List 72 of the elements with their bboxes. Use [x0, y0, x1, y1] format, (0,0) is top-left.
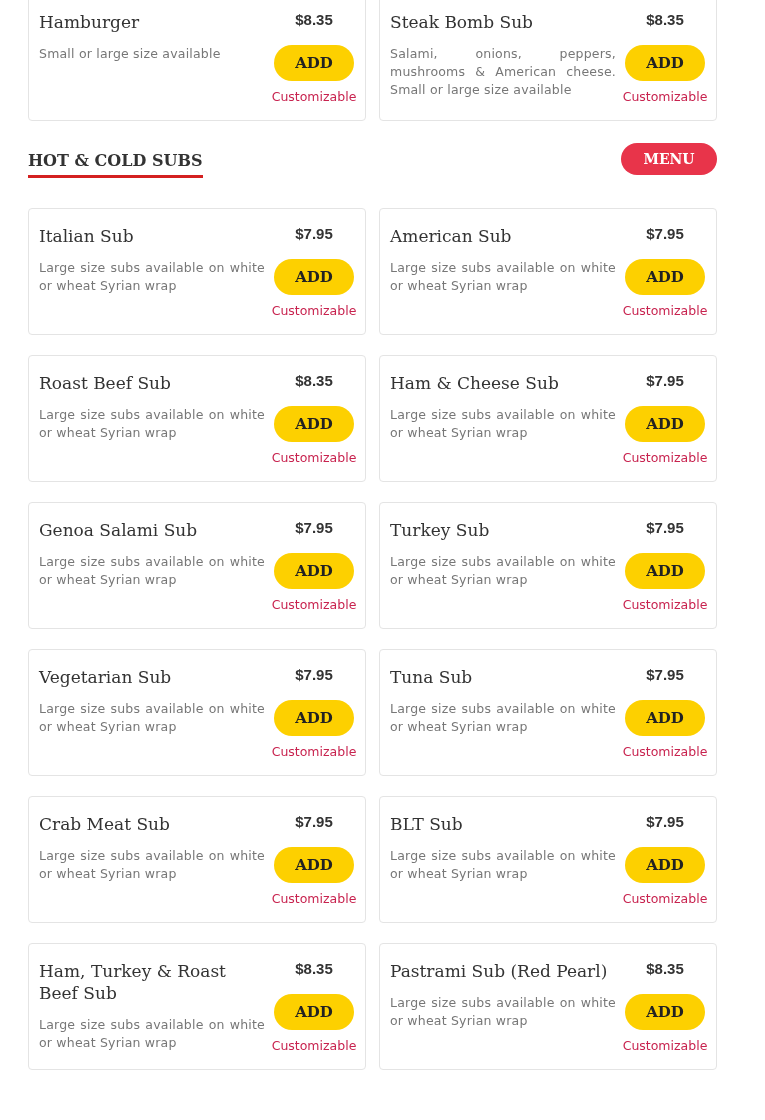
- item-price: $7.95: [646, 665, 684, 685]
- menu-button[interactable]: MENU: [621, 143, 717, 175]
- customizable-label: Customizable: [622, 597, 708, 612]
- item-name: Ham & Cheese Sub: [390, 372, 560, 394]
- add-button[interactable]: ADD: [625, 994, 705, 1030]
- item-price: $8.35: [295, 371, 333, 391]
- customizable-label: Customizable: [622, 89, 708, 104]
- add-button[interactable]: ADD: [274, 259, 354, 295]
- item-description: Large size subs available on white or wheat Syrian wrap: [390, 259, 616, 295]
- item-name: Turkey Sub: [390, 519, 491, 541]
- item-price: $7.95: [295, 518, 333, 538]
- customizable-label: Customizable: [271, 1038, 357, 1053]
- item-name: Genoa Salami Sub: [39, 519, 199, 541]
- customizable-label: Customizable: [271, 597, 357, 612]
- section-heading: HOT & COLD SUBS: [28, 143, 203, 178]
- item-description: Large size subs available on white or wheat Syrian wrap: [39, 700, 265, 736]
- add-button[interactable]: ADD: [625, 847, 705, 883]
- item-price: $7.95: [295, 224, 333, 244]
- customizable-label: Customizable: [271, 89, 357, 104]
- item-description: Salami, onions, peppers, mushrooms & American cheese. Small or large size available: [390, 45, 616, 99]
- item-price: $7.95: [295, 665, 333, 685]
- item-description: Small or large size available: [39, 45, 222, 63]
- item-name: Hamburger: [39, 11, 141, 33]
- item-price: $8.35: [646, 959, 684, 979]
- item-description: Large size subs available on white or wheat Syrian wrap: [390, 553, 616, 589]
- add-button[interactable]: ADD: [274, 45, 354, 81]
- item-description: Large size subs available on white or wheat Syrian wrap: [390, 700, 616, 736]
- item-name: Italian Sub: [39, 225, 135, 247]
- item-name: Steak Bomb Sub: [390, 11, 534, 33]
- item-price: $8.35: [295, 10, 333, 30]
- add-button[interactable]: ADD: [274, 994, 354, 1030]
- item-name: Tuna Sub: [390, 666, 474, 688]
- add-button[interactable]: ADD: [274, 847, 354, 883]
- add-button[interactable]: ADD: [625, 553, 705, 589]
- item-description: Large size subs available on white or wheat Syrian wrap: [390, 847, 616, 883]
- customizable-label: Customizable: [622, 450, 708, 465]
- item-price: $8.35: [295, 959, 333, 979]
- add-button[interactable]: ADD: [625, 45, 705, 81]
- customizable-label: Customizable: [271, 891, 357, 906]
- item-price: $7.95: [646, 224, 684, 244]
- customizable-label: Customizable: [622, 1038, 708, 1053]
- item-price: $7.95: [646, 371, 684, 391]
- customizable-label: Customizable: [622, 303, 708, 318]
- add-button[interactable]: ADD: [625, 700, 705, 736]
- item-name: Roast Beef Sub: [39, 372, 172, 394]
- item-price: $7.95: [646, 812, 684, 832]
- item-description: Large size subs available on white or wheat Syrian wrap: [39, 259, 265, 295]
- item-name: Ham, Turkey & Roast Beef Sub: [39, 960, 227, 1004]
- item-name: American Sub: [390, 225, 513, 247]
- item-price: $7.95: [295, 812, 333, 832]
- customizable-label: Customizable: [271, 744, 357, 759]
- add-button[interactable]: ADD: [274, 406, 354, 442]
- item-price: $7.95: [646, 518, 684, 538]
- item-description: Large size subs available on white or wheat Syrian wrap: [390, 994, 616, 1030]
- item-description: Large size subs available on white or wheat Syrian wrap: [39, 1016, 265, 1052]
- customizable-label: Customizable: [622, 891, 708, 906]
- item-price: $8.35: [646, 10, 684, 30]
- add-button[interactable]: ADD: [625, 406, 705, 442]
- item-name: BLT Sub: [390, 813, 464, 835]
- item-description: Large size subs available on white or wheat Syrian wrap: [39, 406, 265, 442]
- customizable-label: Customizable: [271, 450, 357, 465]
- customizable-label: Customizable: [622, 744, 708, 759]
- add-button[interactable]: ADD: [625, 259, 705, 295]
- item-name: Pastrami Sub (Red Pearl): [390, 960, 609, 982]
- customizable-label: Customizable: [271, 303, 357, 318]
- item-name: Crab Meat Sub: [39, 813, 171, 835]
- item-description: Large size subs available on white or wheat Syrian wrap: [39, 847, 265, 883]
- item-description: Large size subs available on white or wheat Syrian wrap: [390, 406, 616, 442]
- item-description: Large size subs available on white or wheat Syrian wrap: [39, 553, 265, 589]
- add-button[interactable]: ADD: [274, 553, 354, 589]
- item-name: Vegetarian Sub: [39, 666, 173, 688]
- add-button[interactable]: ADD: [274, 700, 354, 736]
